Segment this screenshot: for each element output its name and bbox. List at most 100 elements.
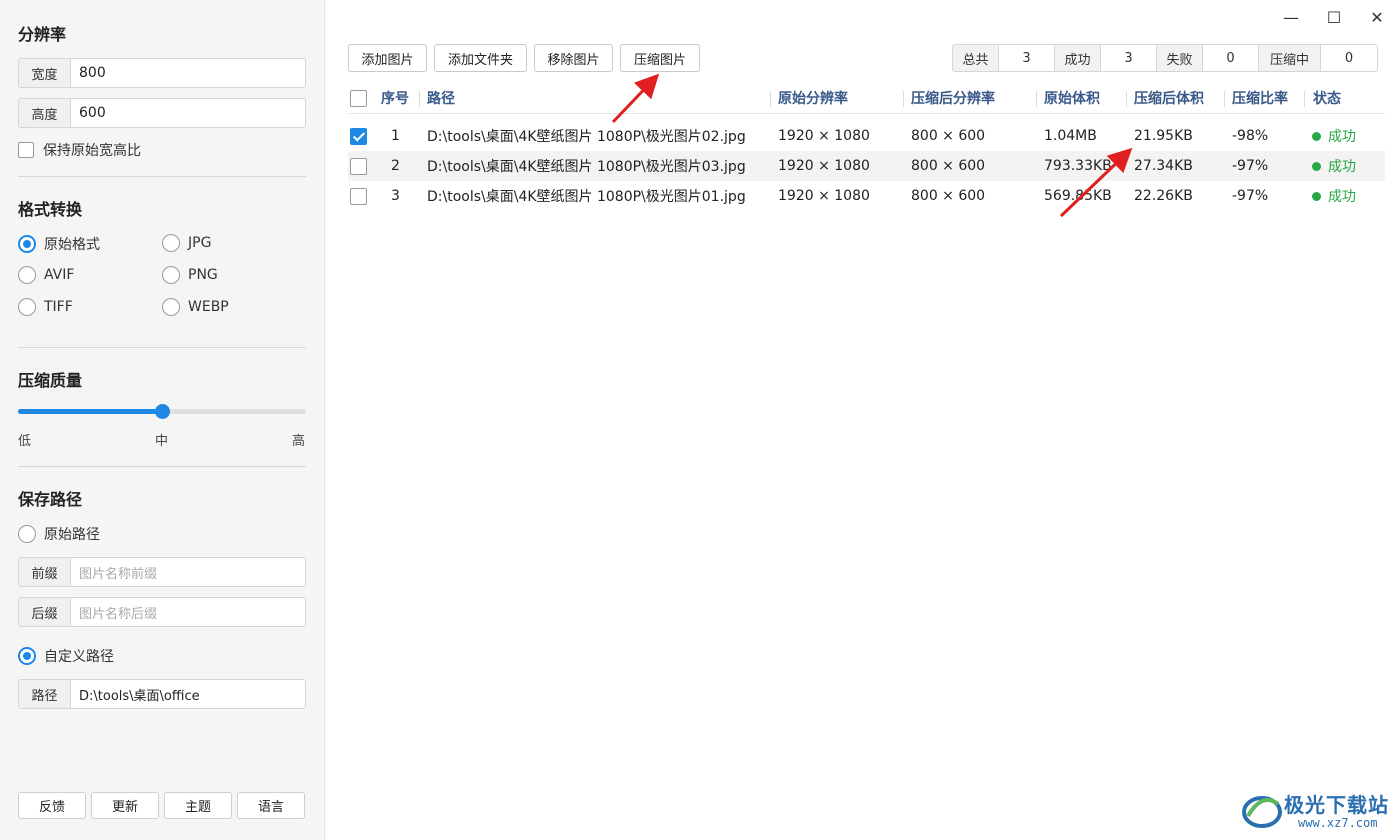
row-new-res: 800 × 600: [911, 128, 986, 144]
col-index[interactable]: 序号: [381, 84, 409, 112]
col-path[interactable]: 路径: [427, 84, 455, 112]
row-orig-res: 1920 × 1080: [778, 188, 870, 204]
width-input[interactable]: 800: [71, 59, 305, 87]
original-path-radio[interactable]: 原始路径: [18, 524, 100, 544]
prefix-field[interactable]: 前缀 图片名称前缀: [18, 557, 306, 587]
row-orig-size: 793.33KB: [1044, 158, 1112, 174]
table-header: 序号 路径 原始分辨率 压缩后分辨率 原始体积 压缩后体积 压缩比率 状态: [348, 84, 1385, 114]
format-radio-original[interactable]: 原始格式: [18, 234, 100, 254]
status-text: 成功: [1328, 159, 1356, 175]
row-status: 成功: [1312, 121, 1356, 151]
row-path: D:\tools\桌面\4K壁纸图片 1080P\极光图片03.jpg: [427, 159, 746, 175]
watermark-logo: 极光下载站 www.xz7.com: [1240, 786, 1392, 836]
custom-path-radio[interactable]: 自定义路径: [18, 646, 114, 666]
maximize-button[interactable]: ☐: [1319, 5, 1349, 29]
theme-button[interactable]: 主题: [164, 792, 232, 819]
total-value: 3: [999, 45, 1055, 71]
prefix-input[interactable]: 图片名称前缀: [71, 558, 305, 586]
divider: [18, 466, 306, 467]
row-new-res: 800 × 600: [911, 188, 986, 204]
keep-ratio-checkbox[interactable]: 保持原始宽高比: [18, 140, 141, 160]
radio-icon: [162, 298, 180, 316]
prefix-label: 前缀: [19, 558, 71, 586]
status-dot-icon: [1312, 191, 1321, 201]
col-status[interactable]: 状态: [1313, 84, 1341, 112]
remove-image-button[interactable]: 移除图片: [534, 44, 613, 72]
row-ratio: -98%: [1232, 128, 1269, 144]
aurora-logo-icon: [1242, 796, 1282, 828]
settings-sidebar: 分辨率 宽度 800 高度 600 保持原始宽高比 格式转换 原始格式 JPG …: [0, 0, 325, 840]
close-button[interactable]: ✕: [1362, 5, 1392, 29]
feedback-button[interactable]: 反馈: [18, 792, 86, 819]
original-path-label: 原始路径: [44, 527, 100, 543]
suffix-field[interactable]: 后缀 图片名称后缀: [18, 597, 306, 627]
update-button[interactable]: 更新: [91, 792, 159, 819]
format-radio-webp[interactable]: WEBP: [162, 298, 229, 316]
language-button[interactable]: 语言: [237, 792, 305, 819]
format-radio-png[interactable]: PNG: [162, 266, 218, 284]
save-path-title: 保存路径: [18, 490, 83, 509]
keep-ratio-box[interactable]: [18, 142, 34, 158]
quality-high-label: 高: [292, 434, 306, 449]
col-ratio[interactable]: 压缩比率: [1232, 84, 1288, 112]
table-row[interactable]: 3 D:\tools\桌面\4K壁纸图片 1080P\极光图片01.jpg 19…: [348, 181, 1385, 211]
stats-bar: 总共 3 成功 3 失败 0 压缩中 0: [952, 44, 1378, 72]
format-option-label: 原始格式: [44, 237, 100, 253]
row-new-size: 21.95KB: [1134, 128, 1193, 144]
quality-low-label: 低: [18, 434, 32, 449]
format-title: 格式转换: [18, 200, 83, 219]
status-dot-icon: [1312, 161, 1321, 171]
divider: [18, 347, 306, 348]
col-new-res[interactable]: 压缩后分辨率: [911, 84, 995, 112]
radio-icon: [162, 266, 180, 284]
row-status: 成功: [1312, 181, 1356, 211]
status-text: 成功: [1328, 129, 1356, 145]
format-radio-jpg[interactable]: JPG: [162, 234, 211, 252]
suffix-input[interactable]: 图片名称后缀: [71, 598, 305, 626]
height-input[interactable]: 600: [71, 99, 305, 127]
radio-icon: [162, 234, 180, 252]
row-ratio: -97%: [1232, 158, 1269, 174]
row-checkbox-checked[interactable]: [350, 128, 367, 145]
select-all-checkbox[interactable]: [350, 90, 367, 107]
status-dot-icon: [1312, 131, 1321, 141]
add-folder-button[interactable]: 添加文件夹: [434, 44, 527, 72]
row-new-size: 27.34KB: [1134, 158, 1193, 174]
height-field[interactable]: 高度 600: [18, 98, 306, 128]
minimize-button[interactable]: —: [1276, 5, 1306, 29]
add-image-button[interactable]: 添加图片: [348, 44, 427, 72]
col-new-size[interactable]: 压缩后体积: [1134, 84, 1204, 112]
quality-slider-thumb[interactable]: [154, 404, 170, 419]
row-new-size: 22.26KB: [1134, 188, 1193, 204]
radio-icon: [18, 266, 36, 284]
format-option-label: WEBP: [188, 299, 229, 315]
fail-value: 0: [1203, 45, 1259, 71]
col-orig-res[interactable]: 原始分辨率: [778, 84, 848, 112]
path-input[interactable]: D:\tools\桌面\office: [71, 680, 305, 708]
path-field[interactable]: 路径 D:\tools\桌面\office: [18, 679, 306, 709]
compress-image-button[interactable]: 压缩图片: [620, 44, 700, 72]
radio-selected-icon: [18, 235, 36, 253]
total-label: 总共: [953, 45, 999, 71]
format-radio-tiff[interactable]: TIFF: [18, 298, 73, 316]
table-row[interactable]: 2 D:\tools\桌面\4K壁纸图片 1080P\极光图片03.jpg 19…: [348, 151, 1385, 181]
row-checkbox[interactable]: [350, 158, 367, 175]
success-label: 成功: [1055, 45, 1101, 71]
column-separator: [1304, 91, 1305, 107]
radio-icon: [18, 525, 36, 543]
compressing-label: 压缩中: [1259, 45, 1321, 71]
resolution-title: 分辨率: [18, 25, 67, 44]
height-label: 高度: [19, 99, 71, 127]
radio-icon: [18, 298, 36, 316]
width-field[interactable]: 宽度 800: [18, 58, 306, 88]
column-separator: [1126, 91, 1127, 107]
watermark-url: www.xz7.com: [1298, 816, 1378, 830]
row-orig-res: 1920 × 1080: [778, 158, 870, 174]
col-orig-size[interactable]: 原始体积: [1044, 84, 1100, 112]
custom-path-label: 自定义路径: [44, 649, 114, 665]
format-radio-avif[interactable]: AVIF: [18, 266, 74, 284]
column-separator: [1036, 91, 1037, 107]
row-checkbox[interactable]: [350, 188, 367, 205]
compressing-value: 0: [1321, 45, 1377, 71]
table-row[interactable]: 1 D:\tools\桌面\4K壁纸图片 1080P\极光图片02.jpg 19…: [348, 121, 1385, 151]
